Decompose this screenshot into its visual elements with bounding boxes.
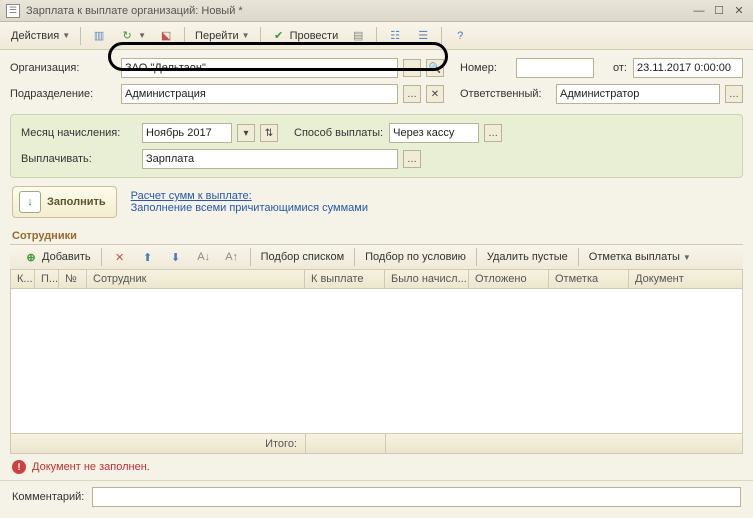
number-input[interactable] bbox=[516, 58, 594, 78]
mark-pay-menu[interactable]: Отметка выплаты▼ bbox=[584, 248, 696, 266]
col-topay[interactable]: К выплате bbox=[305, 270, 385, 288]
resp-label: Ответственный: bbox=[460, 88, 550, 100]
sort-asc-icon[interactable]: A↓ bbox=[191, 246, 217, 268]
fill-row: ↓ Заполнить Расчет сумм к выплате: Запол… bbox=[0, 186, 753, 226]
org-search-icon[interactable]: 🔍 bbox=[426, 59, 444, 77]
form-icon[interactable]: ☷ bbox=[382, 25, 408, 47]
grid-body[interactable] bbox=[10, 289, 743, 434]
method-label: Способ выплаты: bbox=[294, 127, 383, 139]
col-mark[interactable]: Отметка bbox=[549, 270, 629, 288]
dept-clear-icon[interactable]: ✕ bbox=[426, 85, 444, 103]
month-spinner-icon[interactable]: ⇅ bbox=[260, 124, 278, 142]
month-dropdown-icon[interactable]: ▾ bbox=[237, 124, 255, 142]
col-p[interactable]: П... bbox=[35, 270, 59, 288]
delete-icon[interactable]: ✕ bbox=[107, 246, 133, 268]
report-icon[interactable]: ▤ bbox=[345, 25, 371, 47]
totals-rest bbox=[385, 434, 742, 453]
help-icon[interactable]: ? bbox=[447, 25, 473, 47]
col-doc[interactable]: Документ bbox=[629, 270, 742, 288]
actions-menu[interactable]: Действия▼ bbox=[6, 27, 75, 45]
pick-cond-button[interactable]: Подбор по условию bbox=[360, 248, 471, 266]
minimize-button[interactable]: — bbox=[691, 3, 707, 19]
totals-label: Итого: bbox=[11, 438, 305, 450]
error-text: Документ не заполнен. bbox=[32, 461, 150, 473]
grid-toolbar: ⊕Добавить ✕ ⬆ ⬇ A↓ A↑ Подбор списком Под… bbox=[10, 244, 743, 270]
move-up-icon[interactable]: ⬆ bbox=[135, 246, 161, 268]
titlebar: ☰ Зарплата к выплате организаций: Новый … bbox=[0, 0, 753, 22]
window-title: Зарплата к выплате организаций: Новый * bbox=[26, 5, 687, 17]
main-toolbar: Действия▼ ▥ ↻▼ ⬕ Перейти▼ ✔Провести ▤ ☷ … bbox=[0, 22, 753, 50]
refresh-icon[interactable]: ↻▼ bbox=[114, 25, 151, 47]
col-num[interactable]: № bbox=[59, 270, 87, 288]
header-form: Организация: ЗАО "Дельтаон" … 🔍 Номер: о… bbox=[0, 50, 753, 114]
error-row: ! Документ не заполнен. bbox=[0, 454, 753, 480]
month-input[interactable]: Ноябрь 2017 bbox=[142, 123, 232, 143]
sort-desc-icon[interactable]: A↑ bbox=[219, 246, 245, 268]
add-button[interactable]: ⊕Добавить bbox=[18, 246, 96, 268]
section-title: Сотрудники bbox=[0, 226, 753, 244]
mark-icon[interactable]: ⬕ bbox=[153, 25, 179, 47]
number-label: Номер: bbox=[460, 62, 510, 74]
col-k[interactable]: К... bbox=[11, 270, 35, 288]
totals-topay bbox=[305, 434, 385, 453]
comment-label: Комментарий: bbox=[12, 491, 84, 503]
del-empty-button[interactable]: Удалить пустые bbox=[482, 248, 573, 266]
org-label: Организация: bbox=[10, 62, 115, 74]
list-icon[interactable]: ☰ bbox=[410, 25, 436, 47]
comment-row: Комментарий: bbox=[0, 480, 753, 513]
pick-list-button[interactable]: Подбор списком bbox=[256, 248, 350, 266]
calc-sums-link[interactable]: Расчет сумм к выплате: bbox=[131, 190, 368, 202]
fill-all-link[interactable]: Заполнение всеми причитающимися суммами bbox=[131, 202, 368, 214]
org-ellipsis-icon[interactable]: … bbox=[403, 59, 421, 77]
pay-label: Выплачивать: bbox=[21, 153, 136, 165]
date-input[interactable]: 23.11.2017 0:00:00 bbox=[633, 58, 743, 78]
maximize-button[interactable]: ☐ bbox=[711, 3, 727, 19]
fill-icon: ↓ bbox=[19, 191, 41, 213]
dept-ellipsis-icon[interactable]: … bbox=[403, 85, 421, 103]
pay-ellipsis-icon[interactable]: … bbox=[403, 150, 421, 168]
fill-button[interactable]: ↓ Заполнить bbox=[12, 186, 117, 218]
totals-row: Итого: bbox=[10, 434, 743, 454]
method-ellipsis-icon[interactable]: … bbox=[484, 124, 502, 142]
document-icon: ☰ bbox=[6, 4, 20, 18]
comment-input[interactable] bbox=[92, 487, 741, 507]
close-button[interactable]: ✕ bbox=[731, 3, 747, 19]
dept-label: Подразделение: bbox=[10, 88, 115, 100]
resp-ellipsis-icon[interactable]: … bbox=[725, 85, 743, 103]
col-deferred[interactable]: Отложено bbox=[469, 270, 549, 288]
params-panel: Месяц начисления: Ноябрь 2017 ▾ ⇅ Способ… bbox=[10, 114, 743, 178]
goto-menu[interactable]: Перейти▼ bbox=[190, 27, 255, 45]
post-button[interactable]: ✔Провести bbox=[266, 25, 344, 47]
month-label: Месяц начисления: bbox=[21, 127, 136, 139]
move-down-icon[interactable]: ⬇ bbox=[163, 246, 189, 268]
resp-input[interactable]: Администратор bbox=[556, 84, 720, 104]
col-accrued[interactable]: Было начисл... bbox=[385, 270, 469, 288]
save-icon[interactable]: ▥ bbox=[86, 25, 112, 47]
org-input[interactable]: ЗАО "Дельтаон" bbox=[121, 58, 398, 78]
method-input[interactable]: Через кассу bbox=[389, 123, 479, 143]
error-icon: ! bbox=[12, 460, 26, 474]
dept-input[interactable]: Администрация bbox=[121, 84, 398, 104]
col-employee[interactable]: Сотрудник bbox=[87, 270, 305, 288]
pay-input[interactable]: Зарплата bbox=[142, 149, 398, 169]
grid-header: К... П... № Сотрудник К выплате Было нач… bbox=[10, 270, 743, 289]
from-label: от: bbox=[613, 62, 627, 74]
